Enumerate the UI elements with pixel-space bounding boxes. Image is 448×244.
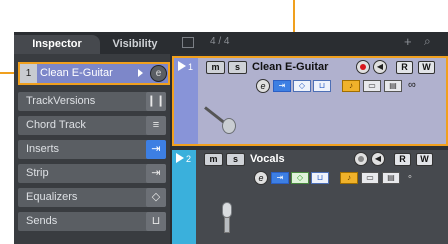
play-arrow-icon	[138, 69, 143, 77]
track-list-toolbar: 4 / 4 + ⌕	[172, 32, 448, 54]
section-chord-track[interactable]: Chord Track ≡	[18, 116, 166, 135]
section-sends[interactable]: Sends ⊔	[18, 212, 166, 231]
record-icon	[360, 64, 366, 70]
eq-bypass-button[interactable]: ◇	[293, 80, 311, 92]
sends-bypass-button[interactable]: ⊔	[313, 80, 331, 92]
solo-button[interactable]: s	[226, 153, 245, 166]
read-automation-button[interactable]: R	[394, 153, 411, 166]
time-signature: 4 / 4	[210, 36, 230, 47]
section-label: Chord Track	[26, 119, 86, 131]
screenshot: Inspector Visibility 1 Clean E-Guitar e …	[0, 0, 448, 244]
microphone-icon	[222, 202, 236, 236]
track-name: Vocals	[250, 153, 285, 165]
track-row-vocals[interactable]: 2 m s Vocals ◀ R W e ⇥ ◇ ⊔ ♪ ▭ ▤ ◦	[172, 150, 448, 244]
mute-button[interactable]: m	[204, 153, 223, 166]
insert-bypass-button[interactable]: ⇥	[273, 80, 291, 92]
track-number: 1	[188, 62, 194, 72]
equalizer-icon[interactable]: ◇	[146, 188, 166, 207]
track-name: Clean E-Guitar	[40, 67, 113, 79]
strip-icon[interactable]: ⇥	[146, 164, 166, 183]
track-name: Clean E-Guitar	[252, 61, 329, 73]
sends-icon[interactable]: ⊔	[146, 212, 166, 231]
play-flag-icon	[178, 61, 186, 71]
write-automation-button[interactable]: W	[416, 153, 433, 166]
daw-window: Inspector Visibility 1 Clean E-Guitar e …	[14, 32, 448, 244]
tab-visibility[interactable]: Visibility	[102, 35, 168, 54]
folder-button[interactable]: ▭	[363, 80, 381, 92]
section-equalizers[interactable]: Equalizers ◇	[18, 188, 166, 207]
track-number: 2	[186, 154, 192, 164]
track-color-strip	[172, 150, 196, 244]
track-versions-icon[interactable]: ❙❙	[146, 92, 166, 111]
keyboard-button[interactable]: ▤	[384, 80, 402, 92]
edit-instrument-button[interactable]: e	[254, 171, 268, 185]
track-list: 4 / 4 + ⌕ 1 m s Clean E-Guitar ◀ R W e ⇥…	[172, 32, 448, 244]
edit-instrument-button[interactable]: e	[150, 65, 167, 82]
tab-inspector[interactable]: Inspector	[14, 35, 100, 54]
track-row-clean-e-guitar[interactable]: 1 m s Clean E-Guitar ◀ R W e ⇥ ◇ ⊔ ♪ ▭ ▤…	[172, 56, 448, 146]
folder-button[interactable]: ▭	[361, 172, 379, 184]
section-strip[interactable]: Strip ⇥	[18, 164, 166, 183]
play-flag-icon	[176, 153, 184, 163]
record-enable-button[interactable]	[356, 60, 370, 74]
section-label: Sends	[26, 215, 58, 227]
monitor-button[interactable]: ◀	[373, 60, 387, 74]
record-enable-button[interactable]	[354, 152, 368, 166]
inspector-tabs: Inspector Visibility	[14, 32, 170, 54]
monitor-button[interactable]: ◀	[371, 152, 385, 166]
track-number: 1	[20, 64, 37, 83]
link-icon[interactable]: ◦	[408, 171, 412, 183]
sends-bypass-button[interactable]: ⊔	[311, 172, 329, 184]
section-label: TrackVersions	[26, 95, 96, 107]
mute-button[interactable]: m	[206, 61, 225, 74]
add-track-icon[interactable]: +	[404, 34, 412, 49]
read-automation-button[interactable]: R	[396, 61, 413, 74]
section-label: Inserts	[26, 143, 60, 155]
guitar-icon	[202, 100, 242, 140]
section-label: Equalizers	[26, 191, 78, 203]
section-track-versions[interactable]: TrackVersions ❙❙	[18, 92, 166, 111]
track-list-grid-icon[interactable]	[182, 37, 194, 48]
keyboard-button[interactable]: ▤	[382, 172, 400, 184]
infinity-icon[interactable]: ∞	[408, 79, 416, 91]
insert-bypass-button[interactable]: ⇥	[271, 172, 289, 184]
write-automation-button[interactable]: W	[418, 61, 435, 74]
inspector-track-header[interactable]: 1 Clean E-Guitar e	[18, 62, 170, 85]
solo-button[interactable]: s	[228, 61, 247, 74]
inspector-panel: Inspector Visibility 1 Clean E-Guitar e …	[14, 32, 170, 244]
eq-bypass-button[interactable]: ◇	[291, 172, 309, 184]
chord-track-icon[interactable]: ≡	[146, 116, 166, 135]
inserts-icon[interactable]: ⇥	[146, 140, 166, 159]
search-icon[interactable]: ⌕	[424, 34, 431, 49]
section-inserts[interactable]: Inserts ⇥	[18, 140, 166, 159]
record-icon	[358, 156, 364, 162]
lanes-button[interactable]: ♪	[340, 172, 358, 184]
edit-instrument-button[interactable]: e	[256, 79, 270, 93]
lanes-button[interactable]: ♪	[342, 80, 360, 92]
section-label: Strip	[26, 167, 49, 179]
